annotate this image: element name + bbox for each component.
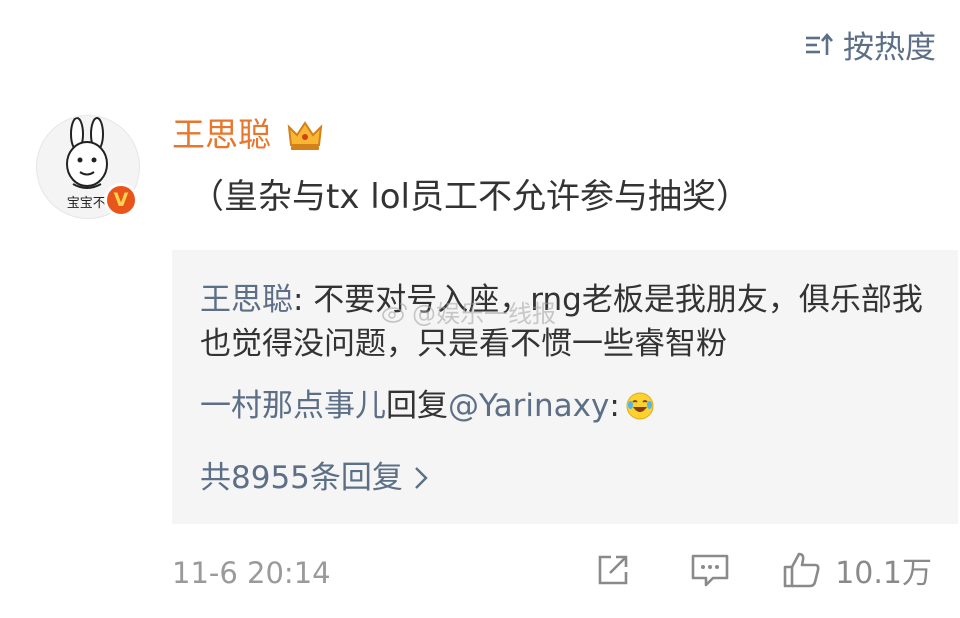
laugh-cry-emoji-icon [626, 392, 654, 420]
share-icon [598, 555, 628, 585]
reply-item: 一村那点事儿 回复 @Yarinaxy : [200, 384, 656, 428]
reply-separator: : [609, 388, 620, 424]
reply-item: 王思聪: 不要对号入座，rng老板是我朋友，俱乐部我也觉得没问题，只是看不惯一些… [200, 278, 940, 366]
total-replies-label: 共8955条回复 [200, 460, 403, 496]
reply-verb: 回复 [386, 388, 448, 424]
crown-icon [287, 121, 323, 150]
like-count: 10.1万 [835, 556, 932, 591]
thumbs-up-icon [783, 552, 820, 588]
action-bar: 10.1万 [593, 548, 932, 592]
sort-label: 按热度 [843, 30, 936, 66]
share-button[interactable] [593, 550, 633, 590]
reply-author[interactable]: 王思聪 [200, 282, 293, 318]
chevron-right-icon [415, 467, 428, 489]
reply-text: 不要对号入座，rng老板是我朋友，俱乐部我也觉得没问题，只是看不惯一些睿智粉 [200, 282, 923, 362]
verified-badge: V [104, 183, 138, 217]
reply-author[interactable]: 一村那点事儿 [200, 384, 386, 428]
reply-separator: : [293, 282, 304, 318]
reply-mention[interactable]: @Yarinaxy [448, 384, 609, 428]
sort-icon [806, 32, 833, 55]
comment-button[interactable] [689, 550, 731, 590]
comment-author[interactable]: 王思聪 [172, 113, 325, 157]
comment-icon [691, 554, 729, 587]
comment-text: （皇杂与tx lol员工不允许参与抽奖） [190, 177, 750, 217]
replies-panel[interactable]: 王思聪: 不要对号入座，rng老板是我朋友，俱乐部我也觉得没问题，只是看不惯一些… [172, 250, 958, 524]
sort-by-hot-button[interactable]: 按热度 [803, 22, 936, 67]
view-all-replies-link[interactable]: 共8955条回复 [200, 456, 429, 500]
username-label: 王思聪 [172, 115, 271, 154]
timestamp: 11-6 20:14 [172, 556, 331, 590]
like-button[interactable]: 10.1万 [781, 548, 932, 592]
